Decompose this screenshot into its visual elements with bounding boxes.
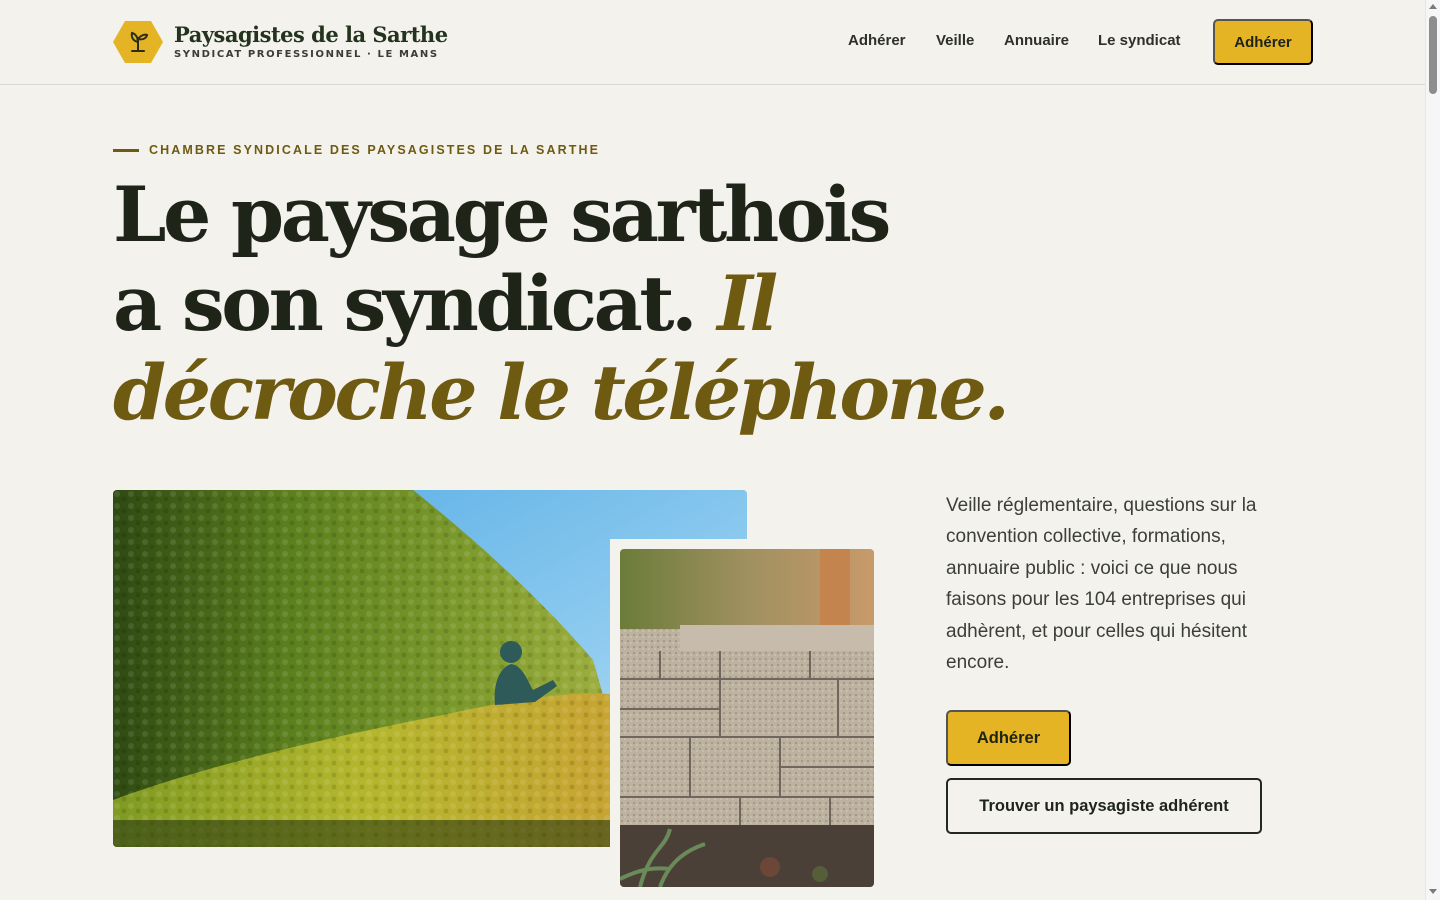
eyebrow-rule bbox=[113, 149, 139, 152]
headline-line-1: Le paysage sarthois bbox=[113, 170, 891, 259]
hero-eyebrow: CHAMBRE SYNDICALE DES PAYSAGISTES DE LA … bbox=[149, 143, 601, 157]
hero-join-button[interactable]: Adhérer bbox=[946, 710, 1071, 766]
scroll-up-arrow-icon[interactable] bbox=[1429, 4, 1437, 9]
nav-item-adherer[interactable]: Adhérer bbox=[848, 32, 906, 49]
brand-tagline: SYNDICAT PROFESSIONNEL · LE MANS bbox=[174, 49, 439, 60]
nav-item-le-syndicat[interactable]: Le syndicat bbox=[1098, 32, 1181, 49]
stone-wall-photo bbox=[620, 549, 874, 887]
headline-line-3-accent: décroche le téléphone. bbox=[113, 348, 1010, 437]
site-header: Paysagistes de la Sarthe SYNDICAT PROFES… bbox=[0, 0, 1425, 85]
headline-line-2-accent: Il bbox=[717, 259, 778, 348]
scroll-down-arrow-icon[interactable] bbox=[1429, 889, 1437, 894]
hero-headline: Le paysage sarthois a son syndicat. Il d… bbox=[113, 170, 1113, 437]
hero-lead-text: Veille réglementaire, questions sur la c… bbox=[946, 495, 1257, 674]
page-scrollbar[interactable] bbox=[1425, 0, 1440, 900]
headline-line-2: a son syndicat. Il bbox=[113, 259, 1113, 348]
nav-item-veille[interactable]: Veille bbox=[936, 32, 974, 49]
brand-name[interactable]: Paysagistes de la Sarthe bbox=[174, 22, 448, 47]
headline-line-3: décroche le téléphone. bbox=[113, 348, 1113, 437]
headline-line-2-plain: a son syndicat. bbox=[113, 259, 718, 348]
nav-item-annuaire[interactable]: Annuaire bbox=[1004, 32, 1069, 49]
scrollbar-thumb[interactable] bbox=[1429, 16, 1437, 94]
logo-hexagon-icon[interactable] bbox=[113, 20, 163, 64]
find-landscaper-button[interactable]: Trouver un paysagiste adhérent bbox=[946, 778, 1262, 834]
nav-join-button[interactable]: Adhérer bbox=[1213, 19, 1313, 65]
